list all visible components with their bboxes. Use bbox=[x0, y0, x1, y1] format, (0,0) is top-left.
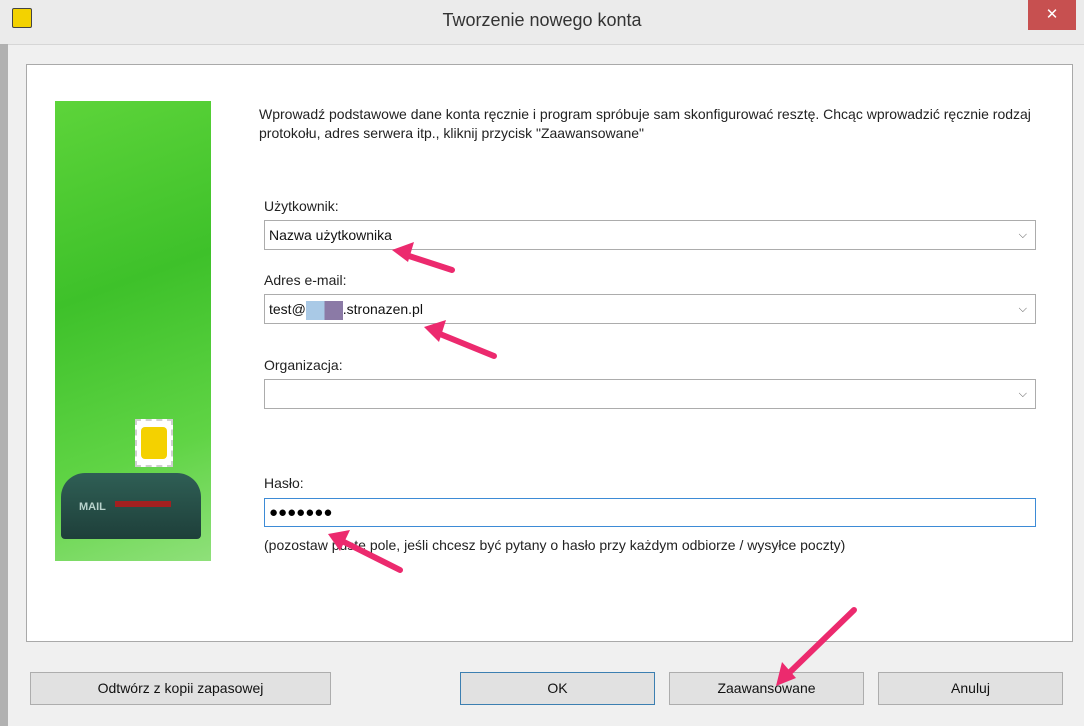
chevron-down-icon[interactable]: ⌵ bbox=[1019, 221, 1027, 249]
user-value: Nazwa użytkownika bbox=[269, 227, 392, 243]
password-value: ●●●●●●● bbox=[269, 504, 333, 521]
password-field[interactable]: ●●●●●●● bbox=[264, 498, 1036, 527]
cancel-button[interactable]: Anuluj bbox=[878, 672, 1063, 705]
dialog-window: Tworzenie nowego konta ✕ MAIL Wprowadź p… bbox=[0, 0, 1084, 726]
user-combobox[interactable]: Nazwa użytkownika ⌵ bbox=[264, 220, 1036, 250]
redacted-block bbox=[305, 300, 343, 320]
org-combobox[interactable]: ⌵ bbox=[264, 379, 1036, 409]
ok-button[interactable]: OK bbox=[460, 672, 655, 705]
title-bar: Tworzenie nowego konta ✕ bbox=[0, 0, 1084, 45]
email-label: Adres e-mail: bbox=[264, 272, 347, 288]
close-button[interactable]: ✕ bbox=[1028, 0, 1076, 30]
bat-stamp-icon bbox=[141, 427, 167, 459]
advanced-button[interactable]: Zaawansowane bbox=[669, 672, 864, 705]
email-value-prefix: test@ bbox=[269, 301, 306, 317]
window-title: Tworzenie nowego konta bbox=[442, 10, 642, 30]
password-label: Hasło: bbox=[264, 475, 304, 491]
content-panel: MAIL Wprowadź podstawowe dane konta ręcz… bbox=[26, 64, 1073, 642]
mailbox-illustration: MAIL bbox=[55, 101, 211, 561]
mailbox-flag bbox=[115, 501, 171, 507]
email-value-suffix: .stronazen.pl bbox=[342, 301, 423, 317]
chevron-down-icon[interactable]: ⌵ bbox=[1019, 380, 1027, 408]
intro-text: Wprowadź podstawowe dane konta ręcznie i… bbox=[259, 106, 1031, 141]
org-label: Organizacja: bbox=[264, 357, 343, 373]
email-combobox[interactable]: test@ .stronazen.pl ⌵ bbox=[264, 294, 1036, 324]
mailbox-label: MAIL bbox=[79, 501, 106, 513]
user-label: Użytkownik: bbox=[264, 198, 339, 214]
stamp-icon bbox=[135, 419, 173, 467]
window-left-edge bbox=[0, 44, 8, 726]
password-hint: (pozostaw puste pole, jeśli chcesz być p… bbox=[264, 537, 846, 553]
chevron-down-icon[interactable]: ⌵ bbox=[1019, 295, 1027, 323]
restore-backup-button[interactable]: Odtwórz z kopii zapasowej bbox=[30, 672, 331, 705]
